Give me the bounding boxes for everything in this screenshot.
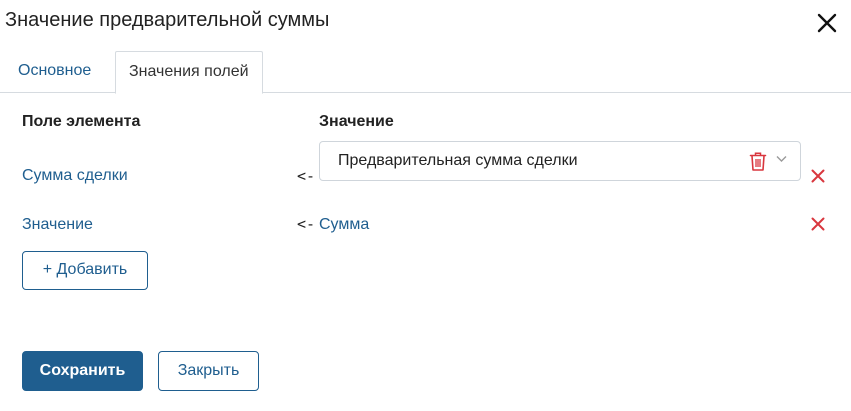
trash-icon[interactable] xyxy=(749,151,767,172)
delete-row-icon[interactable] xyxy=(811,169,825,183)
chevron-down-icon[interactable] xyxy=(776,155,787,163)
mapping-arrow: <- xyxy=(297,167,316,185)
value-select-text: Предварительная сумма сделки xyxy=(338,152,578,169)
add-button[interactable]: + Добавить xyxy=(22,251,148,290)
row-field-link[interactable]: Значение xyxy=(22,216,93,234)
save-button[interactable]: Сохранить xyxy=(22,351,143,391)
value-select[interactable]: Предварительная сумма сделки xyxy=(319,141,801,181)
delete-row-icon[interactable] xyxy=(811,217,825,231)
mapping-arrow: <- xyxy=(297,215,316,233)
dialog-title: Значение предварительной суммы xyxy=(5,9,330,31)
tab-basic[interactable]: Основное xyxy=(5,51,104,93)
row-value-link[interactable]: Сумма xyxy=(319,216,369,234)
close-icon[interactable] xyxy=(816,12,838,34)
close-button[interactable]: Закрыть xyxy=(158,351,259,391)
tab-bar: Основное Значения полей xyxy=(0,51,851,94)
column-header-value: Значение xyxy=(319,113,394,130)
tab-field-values[interactable]: Значения полей xyxy=(115,51,263,94)
row-field-link[interactable]: Сумма сделки xyxy=(22,167,128,185)
column-header-field: Поле элемента xyxy=(22,113,141,130)
